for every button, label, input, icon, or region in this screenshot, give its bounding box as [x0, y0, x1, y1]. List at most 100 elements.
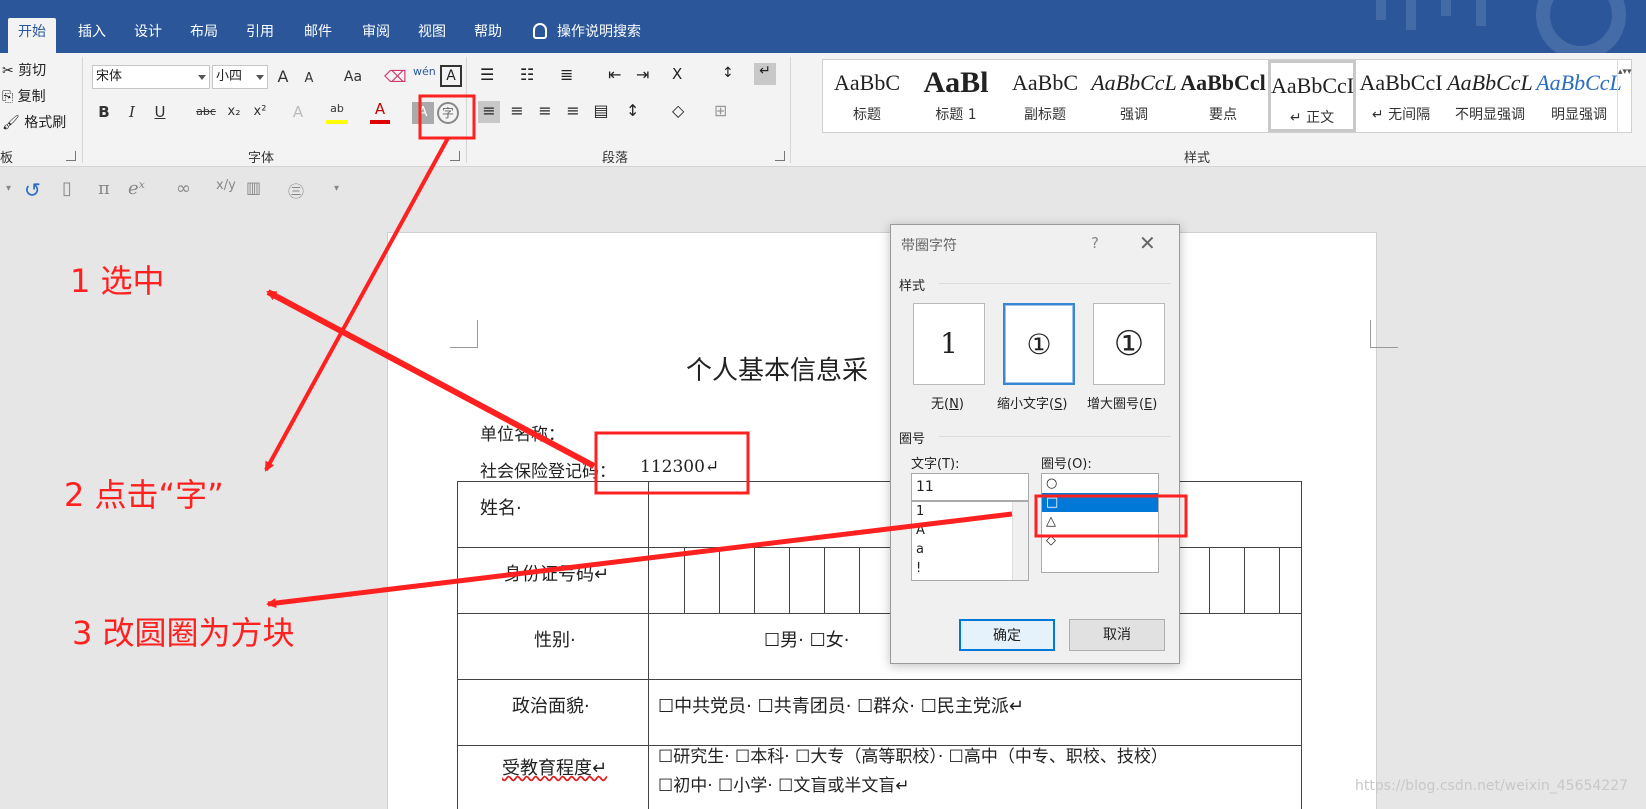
close-icon[interactable]: ✕	[1139, 231, 1156, 255]
politics-options[interactable]: ☐中共党员· ☐共青团员· ☐群众· ☐民主党派↵	[658, 692, 1024, 718]
tab-1[interactable]: 插入	[68, 18, 116, 53]
strikethrough-button[interactable]: abc	[194, 100, 218, 124]
id-cell-divider	[684, 547, 685, 613]
style-none-option[interactable]: 1	[913, 303, 985, 385]
font-size-combo[interactable]: 小四	[212, 65, 268, 89]
clear-format-icon[interactable]: ⌫	[384, 67, 407, 89]
paragraph-launcher-icon[interactable]	[775, 151, 785, 161]
subscript-button[interactable]: x₂	[224, 100, 244, 124]
style-item[interactable]: AaBbCcI ↵ 无间隔	[1357, 60, 1445, 132]
enclosure-list-item[interactable]: □	[1042, 493, 1158, 512]
sort-icon[interactable]: ↕	[722, 65, 744, 87]
distributed-icon[interactable]: ▤	[590, 101, 612, 123]
text-input[interactable]: 11	[911, 473, 1029, 501]
help-icon[interactable]: ?	[1091, 234, 1099, 252]
style-item[interactable]: AaBbCcL 明显强调	[1535, 60, 1623, 132]
phonetic-guide-icon[interactable]: wén	[413, 65, 436, 87]
style-item[interactable]: AaBbCcL 不明显强调	[1446, 60, 1534, 132]
font-color-icon[interactable]: A	[370, 100, 390, 124]
tab-6[interactable]: 审阅	[352, 18, 400, 53]
redo-icon[interactable]: ↺	[24, 178, 41, 202]
numbering-icon[interactable]: ☷	[520, 65, 542, 87]
tab-4[interactable]: 引用	[236, 18, 284, 53]
highlight-icon[interactable]: ab	[326, 100, 348, 124]
text-list-item[interactable]: 1	[912, 502, 1028, 521]
text-listbox[interactable]: 1 Aa!	[911, 501, 1029, 581]
enclosure-list-item[interactable]: ◇	[1042, 531, 1158, 550]
align-left-icon[interactable]: ≡	[478, 101, 500, 123]
line-spacing-icon[interactable]: ↕	[626, 101, 648, 123]
style-item[interactable]: AaBbCcI ↵ 正文	[1268, 60, 1356, 132]
align-right-icon[interactable]: ≡	[534, 101, 556, 123]
lightbulb-icon	[533, 23, 547, 39]
change-case-button[interactable]: Aa	[336, 65, 370, 89]
enclose-char-qat-icon[interactable]: ㊂	[288, 178, 304, 202]
fraction-icon[interactable]: x/y	[216, 178, 236, 193]
style-item[interactable]: AaBbCcl 要点	[1179, 60, 1267, 132]
underline-button[interactable]: U	[150, 100, 170, 124]
style-item[interactable]: AaBbCcL 强调	[1090, 60, 1178, 132]
scrollbar[interactable]	[1012, 502, 1028, 580]
clipboard-launcher-icon[interactable]	[66, 151, 76, 161]
exponent-icon[interactable]: eˣ	[128, 178, 145, 199]
enclosure-listbox[interactable]: ○ □ △ ◇	[1041, 473, 1159, 573]
tab-3[interactable]: 布局	[180, 18, 228, 53]
education-options-line2[interactable]: ☐初中· ☐小学· ☐文盲或半文盲↵	[658, 771, 910, 796]
enclosure-list-item[interactable]: △	[1042, 512, 1158, 531]
social-security-value[interactable]: 112300↵	[640, 457, 719, 477]
shading-icon[interactable]: ◇	[672, 101, 694, 123]
dropdown-arrow-icon[interactable]	[198, 75, 206, 80]
style-item[interactable]: AaBbC 副标题	[1001, 60, 1089, 132]
shrink-font-button[interactable]: A	[300, 67, 318, 91]
multilevel-list-icon[interactable]: ≣	[560, 65, 582, 87]
tab-7[interactable]: 视图	[408, 18, 456, 53]
format-painter-button[interactable]: 🖌 格式刷	[2, 112, 66, 132]
text-list-item[interactable]: !	[912, 559, 1028, 578]
decrease-indent-icon[interactable]: ⇤	[608, 65, 630, 87]
text-list-item[interactable]: A	[912, 521, 1028, 540]
text-effects-button[interactable]: A	[288, 100, 308, 124]
enclosure-list-item[interactable]: ○	[1042, 474, 1158, 493]
style-enlarge-symbol-option[interactable]: ①	[1093, 303, 1165, 385]
show-marks-icon[interactable]: ↵	[754, 63, 776, 85]
font-name-combo[interactable]: 宋体	[92, 65, 210, 89]
char-shading-icon[interactable]: A	[412, 102, 434, 124]
borders-icon[interactable]: ⊞	[714, 101, 736, 123]
dropdown-arrow-icon[interactable]	[256, 75, 264, 80]
chinese-layout-icon[interactable]: X	[672, 65, 694, 87]
dropdown-arrow-icon[interactable]: ▾	[6, 183, 11, 194]
tab-5[interactable]: 邮件	[294, 18, 342, 53]
new-document-icon[interactable]: ▯	[62, 178, 72, 199]
cut-button[interactable]: ✂ 剪切	[2, 60, 46, 80]
grow-font-button[interactable]: A	[274, 65, 292, 89]
infinity-icon[interactable]: ∞	[176, 178, 191, 199]
bullets-icon[interactable]: ☰	[480, 65, 502, 87]
align-center-icon[interactable]: ≡	[506, 101, 528, 123]
gallery-scroll-icon[interactable]: ▴▾▾	[1617, 60, 1632, 132]
tab-2[interactable]: 设计	[124, 18, 172, 53]
gender-options[interactable]: ☐男· ☐女·	[764, 626, 849, 652]
justify-icon[interactable]: ≡	[562, 101, 584, 123]
bold-button[interactable]: B	[94, 100, 114, 124]
style-item[interactable]: AaBbC 标题	[823, 60, 911, 132]
enclose-characters-icon[interactable]: 字	[437, 102, 459, 124]
char-border-icon[interactable]: A	[440, 65, 462, 87]
tab-8[interactable]: 帮助	[464, 18, 512, 53]
text-list-item[interactable]: a	[912, 540, 1028, 559]
pi-icon[interactable]: π	[98, 178, 110, 199]
ok-button[interactable]: 确定	[959, 619, 1055, 651]
customize-icon[interactable]: ▾	[334, 183, 339, 194]
cancel-button[interactable]: 取消	[1069, 619, 1165, 651]
style-item[interactable]: AaBl 标题 1	[912, 60, 1000, 132]
matrix-icon[interactable]: ▥	[246, 178, 261, 197]
tell-me-search[interactable]: 操作说明搜索	[533, 18, 641, 46]
style-shrink-text-option[interactable]: ①	[1003, 303, 1075, 385]
copy-button[interactable]: ⎘ 复制	[2, 86, 46, 106]
increase-indent-icon[interactable]: ⇥	[636, 65, 658, 87]
tab-0[interactable]: 开始	[8, 18, 56, 53]
brush-icon: 🖌	[2, 115, 20, 131]
education-options-line1[interactable]: ☐研究生· ☐本科· ☐大专（高等职校）· ☐高中（中专、职校、技校）	[658, 742, 1168, 767]
font-launcher-icon[interactable]	[450, 151, 460, 161]
italic-button[interactable]: I	[122, 100, 142, 124]
superscript-button[interactable]: x²	[250, 100, 270, 124]
